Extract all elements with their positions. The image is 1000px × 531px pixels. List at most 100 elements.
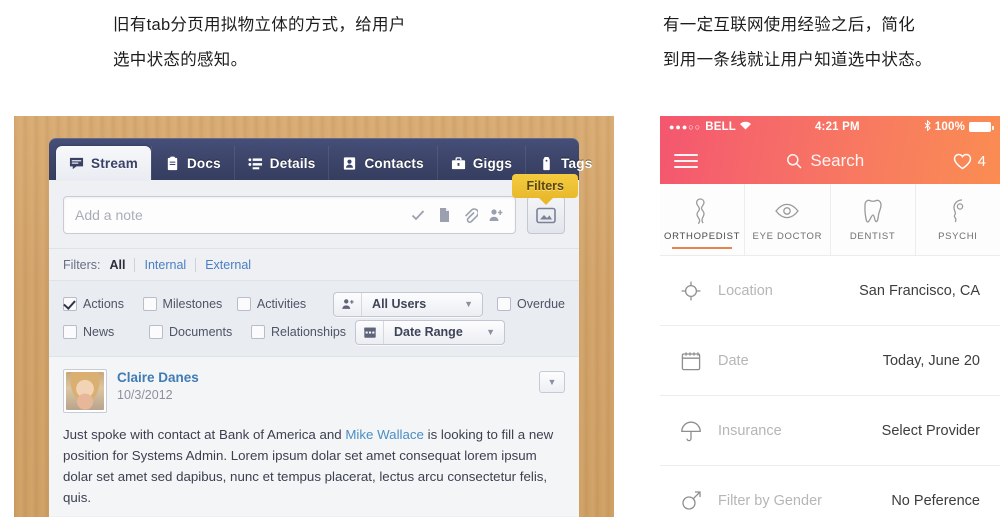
tag-icon: [539, 156, 554, 171]
tab-giggs-label: Giggs: [472, 155, 513, 171]
checkbox-milestones-box: [142, 297, 157, 311]
post-meta: Claire Danes 10/3/2012: [117, 369, 199, 404]
nav-bar: Search 4: [660, 138, 1000, 184]
filter-all[interactable]: All: [110, 258, 126, 272]
row-gender[interactable]: Filter by Gender No Peference: [660, 466, 1000, 531]
specialty-tabs: ORTHOPEDIST EYE DOCTOR DENTIST PSYCHI: [660, 184, 1000, 256]
left-screenshot: Stream Docs Details Contacts Giggs Tags …: [14, 116, 614, 517]
battery-icon: [969, 122, 994, 132]
row-location-label: Location: [718, 282, 773, 299]
heart-icon: [953, 153, 972, 170]
tab-docs[interactable]: Docs: [150, 146, 234, 180]
spec-tab-orthopedist-label: ORTHOPEDIST: [664, 231, 741, 242]
checkbox-row-2: News Documents Relationships Date Range …: [63, 318, 565, 346]
post-body: Just spoke with contact at Bank of Ameri…: [63, 424, 565, 508]
favorites-button[interactable]: 4: [953, 153, 986, 170]
umbrella-icon: [680, 420, 718, 442]
check-icon[interactable]: [410, 207, 426, 223]
checkbox-milestones-label: Milestones: [162, 297, 223, 311]
tab-bar: Stream Docs Details Contacts Giggs Tags …: [49, 138, 592, 205]
contact-icon: [342, 156, 357, 171]
filters-label: Filters:: [63, 258, 101, 272]
post-body-mention[interactable]: Mike Wallace: [345, 427, 424, 442]
eye-icon: [774, 197, 800, 225]
wifi-icon: [740, 121, 752, 133]
users-icon: [334, 292, 363, 316]
checkbox-overdue-box: [497, 297, 512, 311]
tab-stream[interactable]: Stream: [56, 146, 151, 180]
checkbox-relationships[interactable]: Relationships: [251, 325, 355, 339]
caption-right-line1: 有一定互联网使用经验之后，简化: [663, 16, 915, 34]
checkbox-actions[interactable]: Actions: [63, 297, 143, 311]
row-insurance-label: Insurance: [718, 422, 782, 439]
date-range-select[interactable]: Date Range ▼: [355, 319, 505, 345]
status-bar: ●●●○○ BELL 4:21 PM 100%: [660, 116, 1000, 138]
spec-tab-dentist-label: DENTIST: [849, 231, 896, 242]
spec-tab-psychiatrist[interactable]: PSYCHI: [916, 184, 1000, 255]
row-date[interactable]: Date Today, June 20: [660, 326, 1000, 396]
add-person-icon[interactable]: [488, 207, 504, 223]
checkbox-documents[interactable]: Documents: [149, 325, 251, 339]
clipboard-icon: [165, 156, 180, 171]
checkbox-overdue[interactable]: Overdue: [497, 297, 565, 311]
stream-post: Claire Danes 10/3/2012 ▼ Just spoke with…: [49, 356, 579, 516]
search-icon: [786, 153, 802, 169]
checkbox-actions-box: [63, 297, 77, 311]
paperclip-icon[interactable]: [462, 207, 478, 223]
checkbox-activities-box: [236, 297, 251, 311]
battery-percent: 100%: [934, 121, 965, 133]
date-range-label: Date Range: [394, 325, 463, 339]
image-icon: [536, 207, 556, 224]
checkbox-news-box: [63, 325, 77, 339]
all-users-select[interactable]: All Users ▼: [333, 291, 484, 317]
row-location-value: San Francisco, CA: [859, 282, 980, 299]
caption-right-line2: 到用一条线就让用户知道选中状态。: [663, 51, 932, 69]
checkbox-relationships-label: Relationships: [271, 325, 347, 339]
checkbox-news-label: News: [83, 325, 115, 339]
caption-left: 旧有tab分页用拟物立体的方式，给用户 选中状态的感知。: [113, 8, 406, 78]
tab-contacts-label: Contacts: [364, 155, 424, 171]
favorites-count: 4: [977, 152, 986, 170]
spec-tab-dentist[interactable]: DENTIST: [831, 184, 916, 255]
checkbox-news[interactable]: News: [63, 325, 149, 339]
app-window: Stream Docs Details Contacts Giggs Tags …: [49, 138, 592, 517]
note-composer: Add a note: [49, 180, 579, 248]
note-action-icons: [410, 207, 504, 223]
spec-tab-eye-doctor[interactable]: EYE DOCTOR: [745, 184, 831, 255]
comparison-page: 旧有tab分页用拟物立体的方式，给用户 选中状态的感知。 有一定互联网使用经验之…: [0, 0, 1000, 531]
row-location[interactable]: Location San Francisco, CA: [660, 256, 1000, 326]
post-author[interactable]: Claire Danes: [117, 369, 199, 386]
tab-details[interactable]: Details: [233, 146, 329, 180]
filter-internal[interactable]: Internal: [134, 258, 186, 272]
search-label: Search: [810, 151, 865, 170]
status-left: ●●●○○ BELL: [669, 121, 752, 133]
checkbox-activities[interactable]: Activities: [236, 297, 333, 311]
tab-tags-label: Tags: [561, 155, 593, 171]
ios-header: ●●●○○ BELL 4:21 PM 100% Search 4: [660, 116, 1000, 184]
note-input[interactable]: Add a note: [63, 196, 516, 234]
checkbox-relationships-box: [251, 325, 265, 339]
post-menu-button[interactable]: ▼: [539, 371, 565, 393]
search-button[interactable]: Search: [698, 151, 953, 171]
all-users-label: All Users: [372, 297, 427, 311]
spec-tab-orthopedist[interactable]: ORTHOPEDIST: [660, 184, 746, 255]
filter-external[interactable]: External: [195, 258, 251, 272]
document-icon[interactable]: [436, 207, 452, 223]
row-insurance[interactable]: Insurance Select Provider: [660, 396, 1000, 466]
tab-docs-label: Docs: [186, 155, 221, 171]
spec-tab-psychiatrist-label: PSYCHI: [938, 231, 978, 242]
hamburger-icon[interactable]: [674, 154, 698, 168]
calendar-icon: [356, 320, 384, 344]
avatar: [63, 369, 107, 413]
tab-contacts[interactable]: Contacts: [328, 146, 436, 180]
carrier-label: BELL: [705, 121, 737, 133]
post-header: Claire Danes 10/3/2012: [63, 369, 565, 413]
right-screenshot: ●●●○○ BELL 4:21 PM 100% Search 4 ORTHOPE…: [660, 116, 1000, 531]
gender-icon: [680, 490, 718, 512]
bone-icon: [689, 197, 715, 225]
stream-icon: [69, 156, 84, 171]
bluetooth-icon: [924, 119, 931, 134]
status-right: 100%: [924, 119, 994, 134]
checkbox-milestones[interactable]: Milestones: [142, 297, 237, 311]
checkbox-documents-label: Documents: [169, 325, 233, 339]
